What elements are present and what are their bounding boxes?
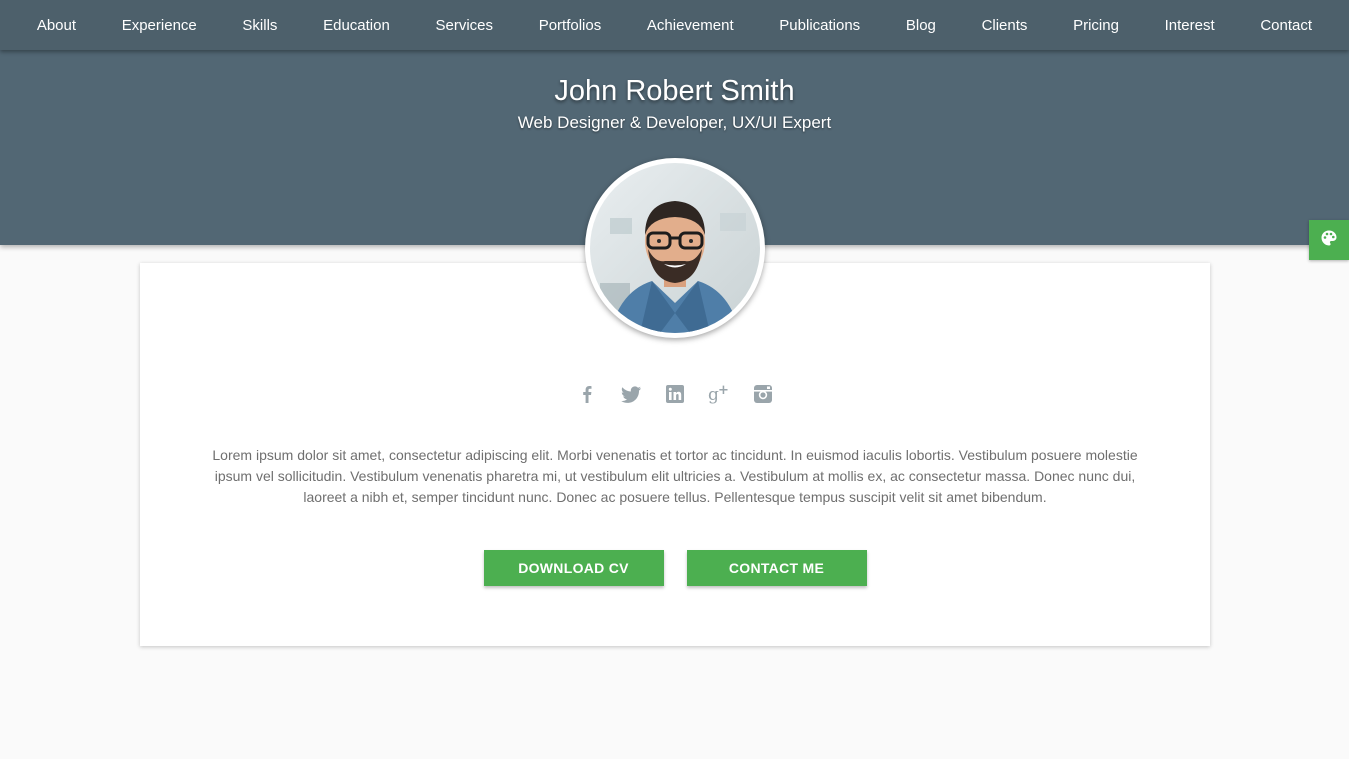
nav-link-interest[interactable]: Interest: [1161, 17, 1219, 34]
google-plus-icon[interactable]: g +: [708, 383, 730, 405]
top-navigation: About Experience Skills Education Servic…: [0, 0, 1349, 50]
nav-link-blog[interactable]: Blog: [902, 17, 940, 34]
download-cv-button[interactable]: DOWNLOAD CV: [483, 550, 664, 586]
nav-link-portfolios[interactable]: Portfolios: [535, 17, 606, 34]
nav-link-about[interactable]: About: [33, 17, 80, 34]
instagram-icon[interactable]: [752, 383, 774, 405]
nav-link-achievement[interactable]: Achievement: [643, 17, 738, 34]
social-links: g +: [140, 383, 1210, 405]
profile-bio: Lorem ipsum dolor sit amet, consectetur …: [212, 447, 1138, 505]
nav-link-pricing[interactable]: Pricing: [1069, 17, 1123, 34]
svg-text:+: +: [718, 383, 729, 398]
nav-link-publications[interactable]: Publications: [775, 17, 864, 34]
nav-link-education[interactable]: Education: [319, 17, 394, 34]
nav-link-clients[interactable]: Clients: [978, 17, 1032, 34]
avatar-photo: [590, 163, 760, 333]
palette-icon: [1320, 229, 1338, 252]
linkedin-icon[interactable]: [664, 383, 686, 405]
nav-link-experience[interactable]: Experience: [118, 17, 201, 34]
nav-link-skills[interactable]: Skills: [238, 17, 281, 34]
twitter-icon[interactable]: [620, 383, 642, 405]
profile-actions: DOWNLOAD CV CONTACT ME: [140, 550, 1210, 586]
avatar: [585, 158, 765, 338]
nav-link-services[interactable]: Services: [432, 17, 498, 34]
theme-switcher-button[interactable]: [1309, 220, 1349, 260]
nav-link-contact[interactable]: Contact: [1256, 17, 1316, 34]
contact-me-button[interactable]: CONTACT ME: [686, 550, 867, 586]
profile-title: Web Designer & Developer, UX/UI Expert: [517, 113, 832, 132]
facebook-icon[interactable]: [576, 383, 598, 405]
profile-name: John Robert Smith: [554, 75, 795, 107]
